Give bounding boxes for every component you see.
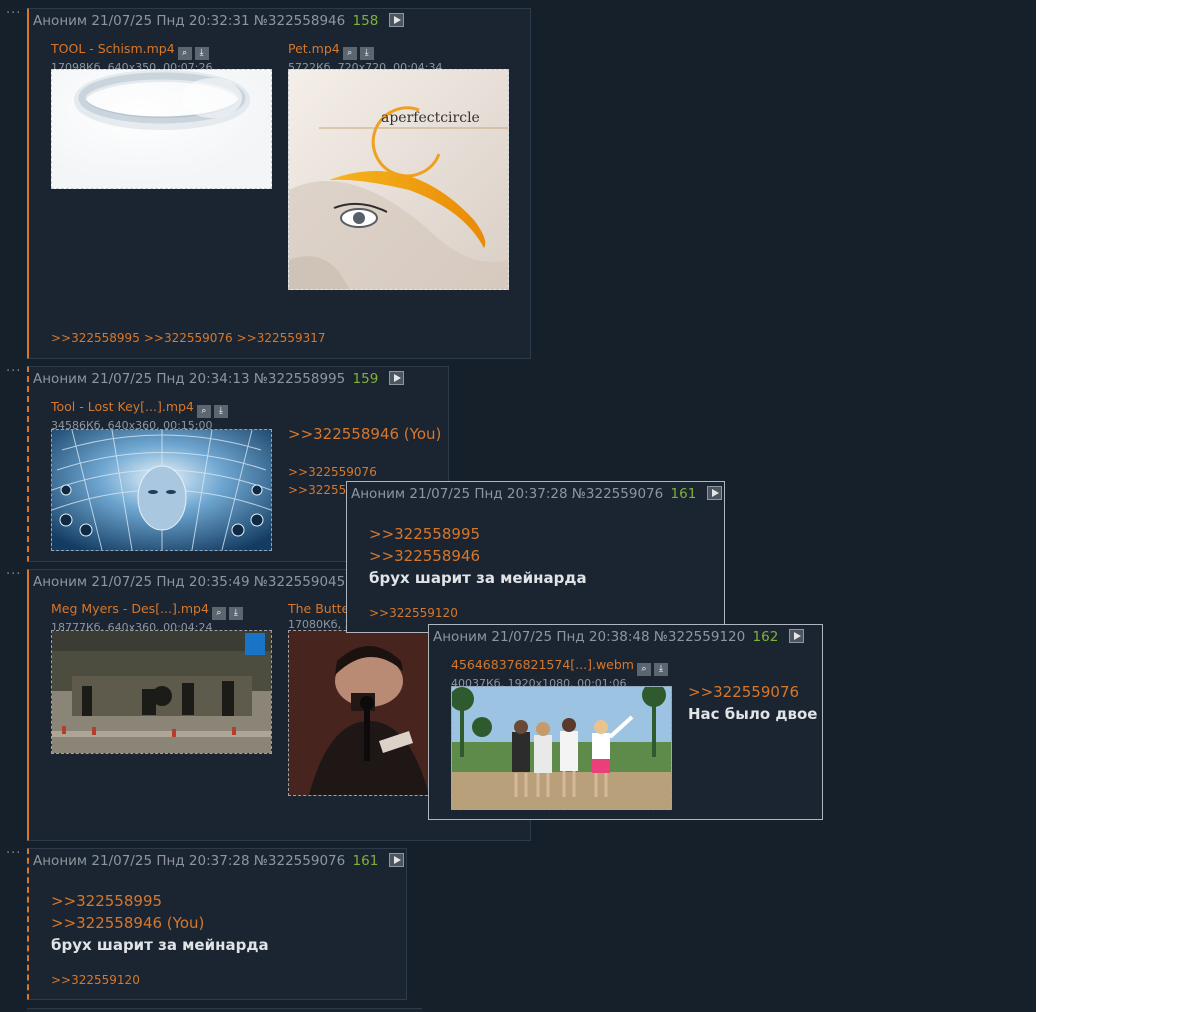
post-322559076: Аноним 21/07/25 Пнд 20:37:28 №322559076 … (27, 848, 407, 1000)
post-body: >>322558995 >>322558946 (You) брух шарит… (51, 890, 269, 956)
reply-link[interactable]: >>322559076 (688, 681, 817, 703)
backlinks: >>322559120 (369, 606, 462, 620)
post-header: Аноним 21/07/25 Пнд 20:37:28 №322559076 … (33, 853, 404, 869)
post-count: 161 (670, 486, 697, 502)
post-date: 21/07/25 Пнд 20:38:48 (491, 629, 650, 645)
file-name-link[interactable]: 456468376821574[...].webm (451, 657, 634, 672)
post-date: 21/07/25 Пнд 20:37:28 (409, 486, 568, 502)
post-menu-dots-icon[interactable]: ··· (6, 567, 21, 582)
post-menu-dots-icon[interactable]: ··· (6, 6, 21, 21)
download-icon[interactable]: ⤓ (359, 47, 374, 60)
post-date: 21/07/25 Пнд 20:37:28 (91, 853, 250, 869)
file-name-link[interactable]: The Butte (288, 601, 349, 616)
magnifier-icon[interactable]: ⌕ (211, 607, 226, 620)
backlinks: >>322559120 (51, 973, 144, 987)
video-thumbnail[interactable] (451, 686, 672, 810)
reply-link[interactable]: >>322558995 (369, 523, 587, 545)
backlink[interactable]: >>322559120 (51, 973, 140, 987)
post-text: Нас было двое (688, 705, 818, 723)
post-body: >>322559076 Нас было двое (688, 681, 817, 725)
magnifier-icon[interactable]: ⌕ (636, 663, 651, 676)
popup-header: Аноним 21/07/25 Пнд 20:37:28 №322559076 … (351, 486, 722, 502)
post-header: Аноним 21/07/25 Пнд 20:32:31 №322558946 … (33, 13, 404, 29)
file-info: Tool - Lost Key[...].mp4 ⌕ ⤓ 34586Кб, 640x… (51, 396, 228, 432)
download-icon[interactable]: ⤓ (194, 47, 209, 60)
play-icon[interactable] (388, 853, 404, 867)
backlink[interactable]: >>322559317 (237, 331, 326, 345)
post-menu-dots-icon[interactable]: ··· (6, 364, 21, 379)
play-icon[interactable] (388, 13, 404, 27)
reply-link[interactable]: >>322558946 (You) (51, 912, 269, 934)
post-number[interactable]: №322559045 (254, 574, 345, 590)
video-thumbnail[interactable] (51, 630, 272, 754)
post-author: Аноним (33, 574, 88, 590)
video-thumbnail[interactable] (51, 429, 272, 551)
post-menu-dots-icon[interactable]: ··· (6, 846, 21, 861)
reply-link[interactable]: >>322558946 (369, 545, 587, 567)
play-icon[interactable] (788, 629, 804, 643)
backlink[interactable]: >>322559120 (369, 606, 458, 620)
post-count: 159 (352, 371, 379, 387)
thumbnail-image (289, 631, 447, 795)
download-icon[interactable]: ⤓ (228, 607, 243, 620)
magnifier-icon[interactable]: ⌕ (196, 405, 211, 418)
download-icon[interactable]: ⤓ (213, 405, 228, 418)
post-text: брух шарит за мейнарда (369, 569, 587, 587)
next-post-edge (27, 1008, 422, 1012)
album-art-title: aperfectcircle (381, 110, 480, 126)
post-author: Аноним (33, 371, 88, 387)
reply-link[interactable]: >>322558946 (You) (288, 423, 441, 445)
post-number[interactable]: №322558946 (254, 13, 345, 29)
file-name-link[interactable]: TOOL - Schism.mp4 (51, 41, 175, 56)
post-number[interactable]: №322559076 (254, 853, 345, 869)
post-number[interactable]: №322559076 (572, 486, 663, 502)
post-body: >>322558995 >>322558946 брух шарит за ме… (369, 523, 587, 589)
backlink[interactable]: >>322558995 (51, 331, 140, 345)
post-number[interactable]: №322559120 (654, 629, 745, 645)
thumbnail-image (52, 631, 271, 753)
post-author: Аноним (33, 853, 88, 869)
file-info: The Butte 17080Кб, 3 (288, 598, 352, 631)
thumbnail-image: aperfectcircle (289, 70, 508, 289)
file-info: 456468376821574[...].webm ⌕ ⤓ 40037Кб, 192… (451, 654, 668, 690)
post-author: Аноним (433, 629, 488, 645)
video-thumbnail[interactable] (288, 630, 448, 796)
post-date: 21/07/25 Пнд 20:32:31 (91, 13, 250, 29)
popup-header: Аноним 21/07/25 Пнд 20:38:48 №322559120 … (433, 629, 804, 645)
post-date: 21/07/25 Пнд 20:35:49 (91, 574, 250, 590)
post-header: Аноним 21/07/25 Пнд 20:35:49 №322559045 (33, 574, 345, 590)
post-date: 21/07/25 Пнд 20:34:13 (91, 371, 250, 387)
file-name-link[interactable]: Pet.mp4 (288, 41, 340, 56)
file-info: Meg Myers - Des[...].mp4 ⌕ ⤓ 18777Кб, 640x… (51, 598, 243, 634)
download-icon[interactable]: ⤓ (653, 663, 668, 676)
post-preview-popup-322559120: Аноним 21/07/25 Пнд 20:38:48 №322559120 … (428, 624, 823, 820)
file-name-link[interactable]: Meg Myers - Des[...].mp4 (51, 601, 209, 616)
post-preview-popup-322559076: Аноним 21/07/25 Пнд 20:37:28 №322559076 … (346, 481, 725, 633)
thumbnail-image (452, 687, 671, 809)
video-thumbnail[interactable] (51, 69, 272, 189)
backlinks: >>322558995 >>322559076 >>322559317 (51, 331, 329, 345)
backlink[interactable]: >>322559076 (288, 463, 377, 481)
magnifier-icon[interactable]: ⌕ (342, 47, 357, 60)
post-number[interactable]: №322558995 (254, 371, 345, 387)
post-count: 162 (752, 629, 779, 645)
play-icon[interactable] (388, 371, 404, 385)
thumbnail-image (52, 70, 271, 188)
thread-board: ··· Аноним 21/07/25 Пнд 20:32:31 №322558… (0, 0, 1036, 1012)
magnifier-icon[interactable]: ⌕ (177, 47, 192, 60)
post-322558946: Аноним 21/07/25 Пнд 20:32:31 №322558946 … (27, 8, 531, 359)
thumbnail-image (52, 430, 271, 550)
post-author: Аноним (351, 486, 406, 502)
post-header: Аноним 21/07/25 Пнд 20:34:13 №322558995 … (33, 371, 404, 387)
backlink[interactable]: >>322559076 (144, 331, 233, 345)
post-count: 158 (352, 13, 379, 29)
play-icon[interactable] (706, 486, 722, 500)
reply-link[interactable]: >>322558995 (51, 890, 269, 912)
file-name-link[interactable]: Tool - Lost Key[...].mp4 (51, 399, 194, 414)
post-count: 161 (352, 853, 379, 869)
post-author: Аноним (33, 13, 88, 29)
video-thumbnail[interactable]: aperfectcircle (288, 69, 509, 290)
post-text: брух шарит за мейнарда (51, 936, 269, 954)
